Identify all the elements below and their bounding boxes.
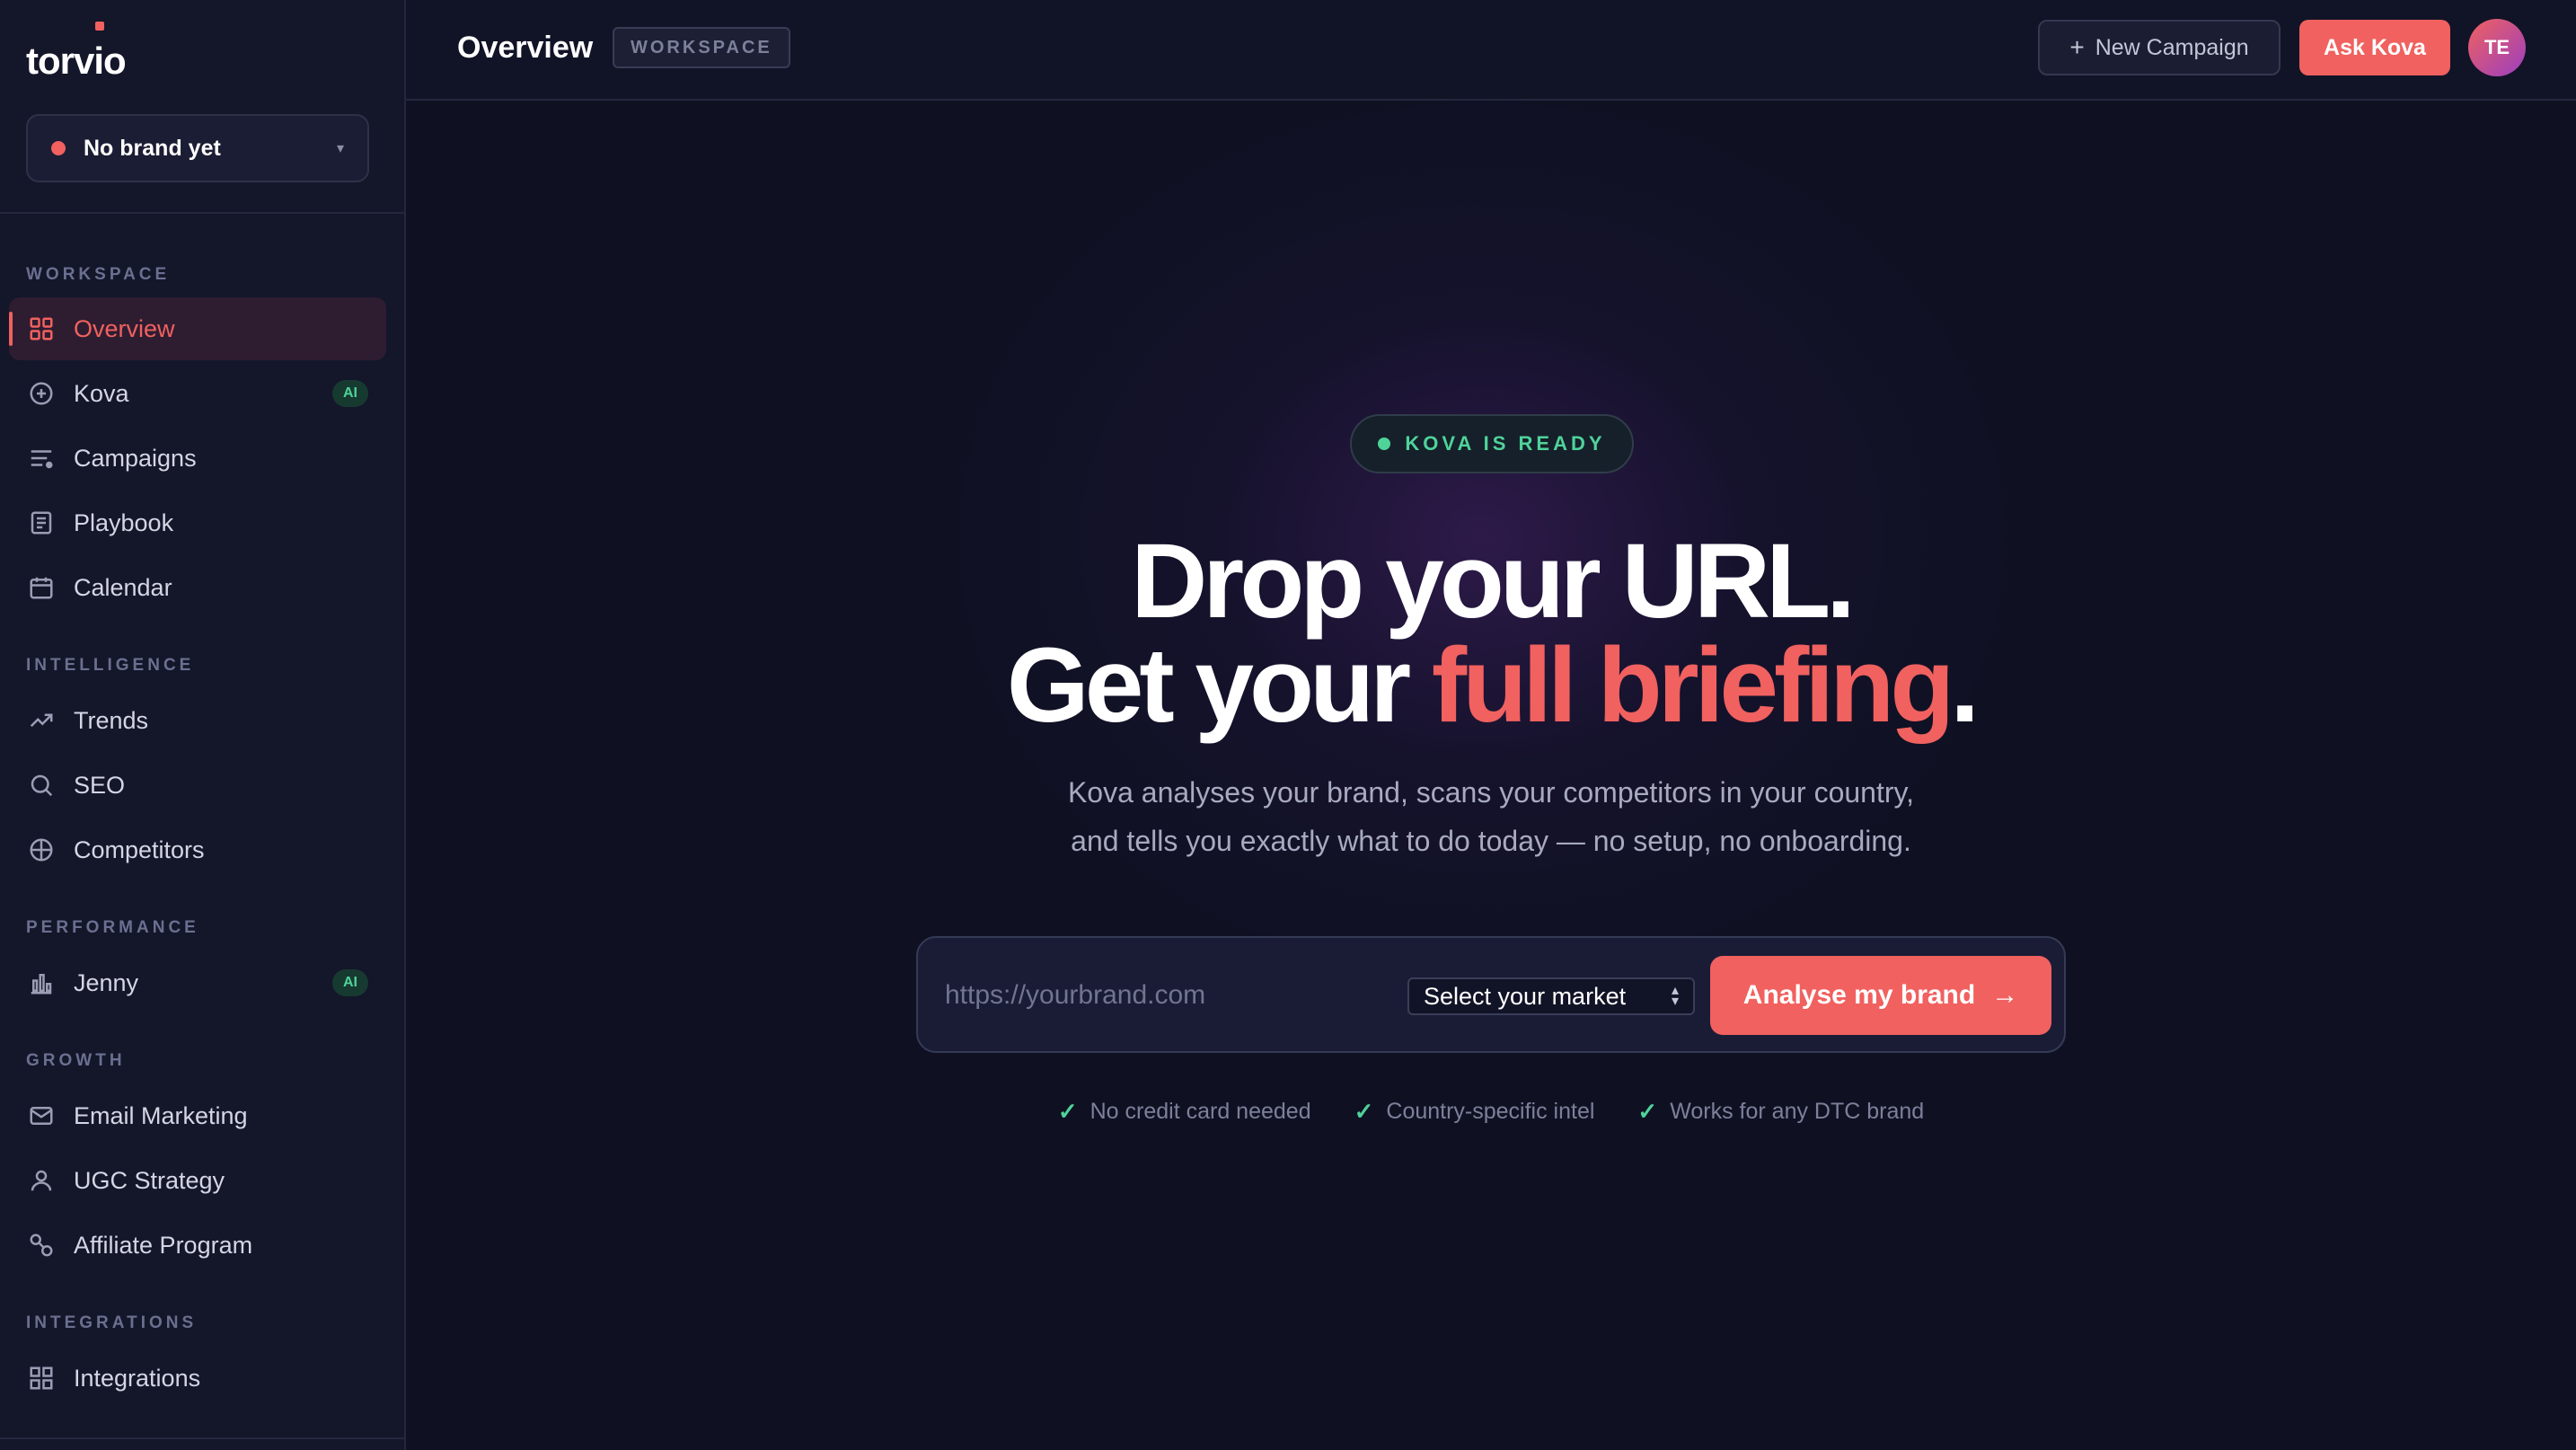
- sidebar-item-label: Playbook: [74, 508, 174, 536]
- perk-item: ✓ No credit card needed: [1058, 1098, 1311, 1126]
- new-campaign-button[interactable]: + New Campaign: [2038, 20, 2280, 75]
- hero-headline-line1: Drop your URL.: [1131, 522, 1856, 641]
- status-text: KOVA IS READY: [1405, 432, 1606, 455]
- sidebar-item-label: Campaigns: [74, 444, 197, 472]
- analyse-brand-label: Analyse my brand: [1742, 980, 1976, 1010]
- sidebar-item-campaigns[interactable]: Campaigns: [9, 427, 386, 490]
- section-title-growth: GROWTH: [26, 1051, 126, 1070]
- chevron-down-icon: ▾: [336, 141, 344, 156]
- section-title-integrations: INTEGRATIONS: [26, 1313, 198, 1332]
- app-root: torvio No brand yet ▾ WORKSPACE Overview…: [0, 0, 2576, 1450]
- list-icon: [27, 444, 56, 473]
- avatar[interactable]: TE: [2468, 19, 2526, 76]
- calendar-icon: [27, 573, 56, 602]
- sidebar-item-label: Competitors: [74, 836, 205, 863]
- check-icon: ✓: [1057, 1098, 1078, 1125]
- sidebar-item-label: Overview: [74, 314, 175, 342]
- ai-badge: AI: [332, 969, 368, 996]
- sidebar-item-seo[interactable]: SEO: [9, 754, 386, 817]
- perks-list: ✓ No credit card needed ✓ Country-specif…: [406, 1098, 2576, 1126]
- sidebar-item-label: Kova: [74, 379, 129, 407]
- trend-up-icon: [27, 706, 56, 735]
- sidebar-item-overview[interactable]: Overview: [9, 297, 386, 360]
- bar-chart-icon: [27, 968, 56, 997]
- new-campaign-label: New Campaign: [2095, 34, 2249, 60]
- headline-prefix: Get your: [1006, 626, 1432, 745]
- sparkle-circle-icon: [27, 379, 56, 408]
- analyse-brand-button[interactable]: Analyse my brand →: [1710, 956, 2051, 1035]
- brand-status-dot: [51, 141, 66, 155]
- sidebar-divider: [0, 212, 404, 214]
- select-arrows-icon: ▴ ▾: [1671, 983, 1679, 1009]
- sidebar-item-label: Affiliate Program: [74, 1231, 253, 1259]
- sidebar-item-ugc-strategy[interactable]: UGC Strategy: [9, 1149, 386, 1212]
- market-select-label: Select your market: [1424, 982, 1627, 1010]
- sidebar-item-label: Trends: [74, 706, 149, 734]
- mail-icon: [27, 1101, 56, 1130]
- workspace-tag: WORKSPACE: [613, 27, 790, 68]
- apps-icon: [27, 1364, 56, 1393]
- sidebar-item-integrations[interactable]: Integrations: [9, 1347, 386, 1410]
- page-title: Overview: [457, 31, 594, 65]
- hero-subtitle-line1: Kova analyses your brand, scans your com…: [1067, 776, 1915, 809]
- perk-item: ✓ Works for any DTC brand: [1637, 1098, 1924, 1126]
- sidebar-item-trends[interactable]: Trends: [9, 689, 386, 752]
- link-icon: [27, 1231, 56, 1260]
- section-title-intelligence: INTELLIGENCE: [26, 656, 195, 675]
- sidebar-item-playbook[interactable]: Playbook: [9, 491, 386, 554]
- sidebar-item-jenny[interactable]: Jenny AI: [9, 951, 386, 1014]
- search-icon: [27, 771, 56, 800]
- sidebar-divider: [0, 1437, 404, 1439]
- sidebar-item-email-marketing[interactable]: Email Marketing: [9, 1084, 386, 1147]
- check-icon: ✓: [1637, 1098, 1658, 1125]
- perk-label: No credit card needed: [1090, 1099, 1311, 1124]
- sidebar-item-label: Email Marketing: [74, 1101, 248, 1129]
- sidebar-item-competitors[interactable]: Competitors: [9, 818, 386, 881]
- logo-dot: [95, 22, 104, 31]
- hero-subtitle-line2: and tells you exactly what to do today —…: [1071, 825, 1911, 857]
- sidebar-item-label: SEO: [74, 771, 126, 799]
- logo[interactable]: torvio: [26, 40, 127, 83]
- user-icon: [27, 1166, 56, 1195]
- headline-suffix: .: [1950, 626, 1980, 745]
- sidebar: torvio No brand yet ▾ WORKSPACE Overview…: [0, 0, 406, 1450]
- check-icon: ✓: [1354, 1098, 1374, 1125]
- sidebar-item-label: Integrations: [74, 1364, 201, 1392]
- book-icon: [27, 508, 56, 537]
- url-form: Select your market ▴▾ Analyse my brand →: [916, 936, 2066, 1053]
- sidebar-item-label: UGC Strategy: [74, 1166, 225, 1194]
- perk-item: ✓ Country-specific intel: [1354, 1098, 1595, 1126]
- headline-accent: full briefing: [1431, 626, 1954, 745]
- perk-label: Works for any DTC brand: [1670, 1099, 1925, 1124]
- brand-selector-label: No brand yet: [84, 135, 221, 161]
- status-badge: KOVA IS READY: [1350, 414, 1634, 473]
- section-title-workspace: WORKSPACE: [26, 265, 171, 284]
- sidebar-item-label: Jenny: [74, 968, 139, 996]
- url-input[interactable]: [945, 968, 1376, 1022]
- topbar: Overview WORKSPACE + New Campaign Ask Ko…: [406, 0, 2576, 101]
- ai-badge: AI: [332, 380, 368, 407]
- sidebar-item-calendar[interactable]: Calendar: [9, 556, 386, 619]
- sidebar-item-kova[interactable]: Kova AI: [9, 362, 386, 425]
- status-dot: [1378, 438, 1391, 450]
- brand-selector[interactable]: No brand yet ▾: [26, 114, 369, 182]
- ask-kova-button[interactable]: Ask Kova: [2299, 20, 2450, 75]
- hero-headline-line2: Get your full briefing.: [406, 632, 2576, 738]
- crosshair-icon: [27, 836, 56, 864]
- sidebar-item-affiliate-program[interactable]: Affiliate Program: [9, 1214, 386, 1277]
- section-title-performance: PERFORMANCE: [26, 918, 199, 937]
- arrow-right-icon: →: [1991, 980, 2019, 1010]
- sidebar-item-label: Calendar: [74, 573, 172, 601]
- grid-icon: [27, 314, 56, 343]
- market-select[interactable]: Select your market ▴ ▾: [1407, 977, 1695, 1015]
- perk-label: Country-specific intel: [1386, 1099, 1595, 1124]
- plus-icon: +: [2069, 33, 2085, 61]
